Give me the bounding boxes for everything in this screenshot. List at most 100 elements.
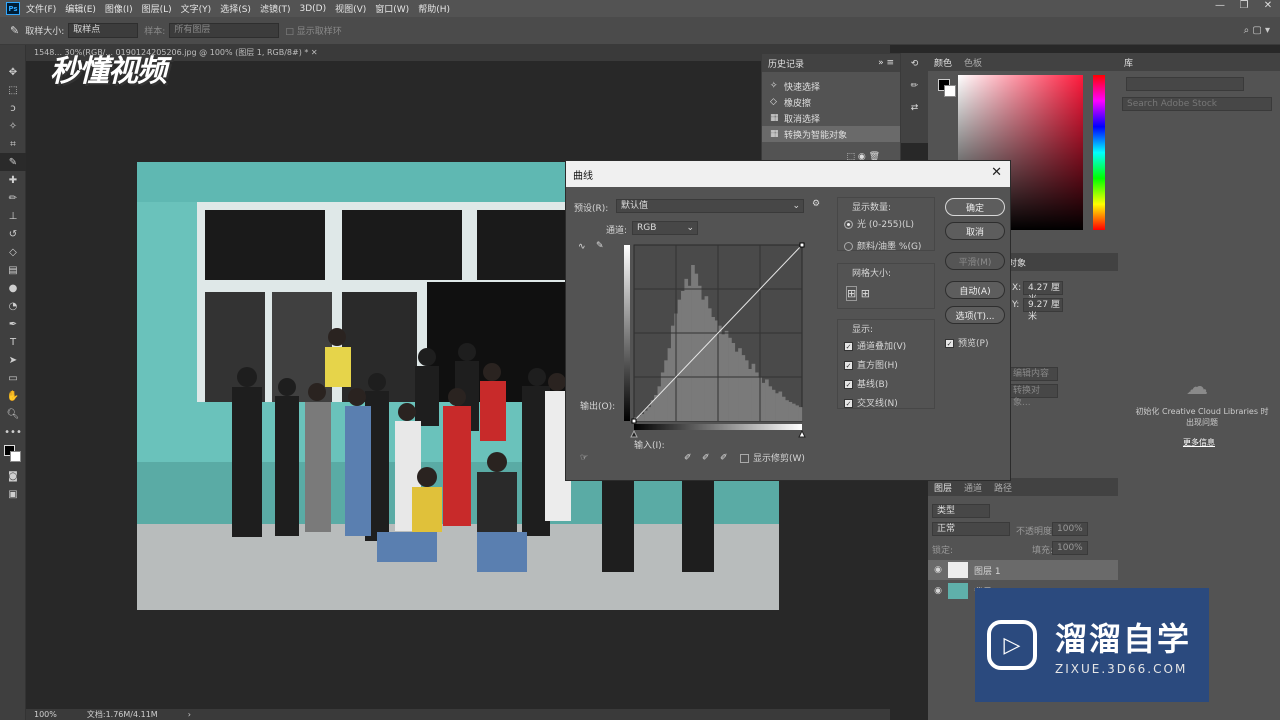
panel-menu-icon[interactable]: » ≡ [878,58,894,68]
preview-checkbox[interactable]: ✓ 预览(P) [945,336,988,349]
light-radio[interactable]: 光 (0-255)(L) [844,217,934,230]
smooth-button[interactable]: 平滑(M) [945,252,1005,270]
fill-field[interactable]: 100% [1052,541,1088,555]
channel-select[interactable]: RGB ⌄ [632,221,698,235]
shape-tool-icon[interactable]: ▭ [0,369,26,387]
show-sampling-ring-checkbox[interactable]: □ 显示取样环 [285,24,341,37]
pigment-radio[interactable]: 颜料/油墨 %(G) [844,239,934,252]
history-item[interactable]: ✧ 快速选择 [762,78,900,94]
history-tab[interactable]: 历史记录 » ≡ [762,54,900,72]
minimize-icon[interactable]: — [1208,0,1232,17]
status-arrow-icon[interactable]: › [188,710,191,719]
quick-select-tool-icon[interactable]: ✧ [0,117,26,135]
more-tools-icon[interactable]: ••• [0,423,26,441]
brush-panel-icon[interactable]: ✏ [901,81,928,103]
type-tool-icon[interactable]: T [0,333,26,351]
zoom-level[interactable]: 100% [34,710,57,719]
menu-view[interactable]: 视图(V) [335,2,366,15]
color-swatches[interactable] [0,441,25,467]
adjust-panel-icon[interactable]: ⇄ [901,103,928,125]
gray-point-eyedropper-icon[interactable]: ✐ [702,453,710,463]
menu-edit[interactable]: 编辑(E) [65,2,96,15]
screen-mode-icon[interactable]: ▣ [0,485,26,503]
hue-slider[interactable] [1093,75,1105,230]
menu-layer[interactable]: 图层(L) [142,2,172,15]
layer-row[interactable]: ◉ 图层 1 [928,560,1118,580]
menu-window[interactable]: 窗口(W) [375,2,409,15]
menu-help[interactable]: 帮助(H) [418,2,450,15]
close-window-icon[interactable]: ✕ [1256,0,1280,17]
sample-select[interactable]: 所有图层 [169,23,280,38]
edit-contents-button[interactable]: 编辑内容 [1008,367,1058,381]
visibility-eye-icon[interactable]: ◉ [928,586,948,596]
baseline-checkbox[interactable]: ✓ 基线(B) [844,377,934,390]
bg-color-chip[interactable] [944,85,956,97]
menu-file[interactable]: 文件(F) [26,2,56,15]
eyedropper-tool-icon[interactable]: ✎ [10,24,19,37]
background-color-swatch[interactable] [10,451,21,462]
histogram-checkbox[interactable]: ✓ 直方图(H) [844,358,934,371]
visibility-eye-icon[interactable]: ◉ [928,565,948,575]
tab-color[interactable]: 颜色 [934,56,952,69]
layer-filter-select[interactable]: 类型 [932,504,990,518]
show-clipping-checkbox[interactable]: 显示修剪(W) [740,451,805,464]
history-item[interactable]: ▦ 取消选择 [762,110,900,126]
library-select[interactable] [1126,77,1244,91]
ok-button[interactable]: 确定 [945,198,1005,216]
move-tool-icon[interactable]: ✥ [0,63,26,81]
lasso-tool-icon[interactable]: ↄ [0,99,26,117]
eyedropper-tool-icon[interactable]: ✎ [0,153,26,171]
dodge-tool-icon[interactable]: ◔ [0,297,26,315]
pencil-tool-icon[interactable]: ✎ [596,241,604,251]
opacity-field[interactable]: 100% [1052,522,1088,536]
history-item[interactable]: ▦ 转换为智能对象 [762,126,900,142]
options-button[interactable]: 选项(T)... [945,306,1005,324]
layer-name[interactable]: 图层 1 [974,564,1001,577]
detailed-grid-icon[interactable]: ⊞ [861,287,870,300]
channel-overlays-checkbox[interactable]: ✓ 通道叠加(V) [844,339,934,352]
sample-size-select[interactable]: 取样点 [68,23,139,38]
intersection-checkbox[interactable]: ✓ 交叉线(N) [844,396,934,409]
white-point-eyedropper-icon[interactable]: ✐ [720,453,728,463]
history-brush-icon[interactable]: ↺ [0,225,26,243]
target-adjust-icon[interactable]: ☞ [580,453,588,463]
black-point-eyedropper-icon[interactable]: ✐ [684,453,692,463]
stamp-tool-icon[interactable]: ⊥ [0,207,26,225]
x-value[interactable]: 4.27 厘米 [1023,281,1063,305]
tab-channels[interactable]: 通道 [964,481,982,494]
eraser-tool-icon[interactable]: ◇ [0,243,26,261]
zoom-tool-icon[interactable]: 🔍︎ [0,405,26,423]
brush-tool-icon[interactable]: ✏ [0,189,26,207]
libraries-tab[interactable]: 库 [1118,53,1280,71]
menu-type[interactable]: 文字(Y) [181,2,212,15]
menu-select[interactable]: 选择(S) [220,2,251,15]
blur-tool-icon[interactable]: ● [0,279,26,297]
convert-object-button[interactable]: 转换对象... [1008,384,1058,408]
history-item[interactable]: ◇ 橡皮擦 [762,94,900,110]
stock-search-input[interactable]: Search Adobe Stock [1122,97,1272,111]
tab-swatches[interactable]: 色板 [964,56,982,69]
preset-gear-icon[interactable]: ⚙ [812,199,820,209]
preset-select[interactable]: 默认值 ⌄ [616,199,804,213]
marquee-tool-icon[interactable]: ⬚ [0,81,26,99]
cancel-button[interactable]: 取消 [945,222,1005,240]
y-value[interactable]: 9.27 厘米 [1023,298,1063,322]
healing-brush-icon[interactable]: ✚ [0,171,26,189]
menu-filter[interactable]: 滤镜(T) [260,2,291,15]
close-doc-icon[interactable]: ✕ [311,48,318,57]
tab-paths[interactable]: 路径 [994,481,1012,494]
restore-icon[interactable]: ❐ [1232,0,1256,17]
hand-tool-icon[interactable]: ✋ [0,387,26,405]
search-icon[interactable]: ⌕ ▢ ▾ [1244,25,1270,36]
menu-image[interactable]: 图像(I) [105,2,133,15]
history-panel-icon[interactable]: ⟲ [901,59,928,81]
menu-3d[interactable]: 3D(D) [299,4,326,14]
curve-graph[interactable] [624,241,806,441]
path-select-icon[interactable]: ➤ [0,351,26,369]
more-info-link[interactable]: 更多信息 [1118,437,1280,448]
dialog-titlebar[interactable]: 曲线 ✕ [566,161,1010,187]
gradient-tool-icon[interactable]: ▤ [0,261,26,279]
blend-mode-select[interactable]: 正常 [932,522,1010,536]
close-icon[interactable]: ✕ [991,165,1002,180]
crop-tool-icon[interactable]: ⌗ [0,135,26,153]
